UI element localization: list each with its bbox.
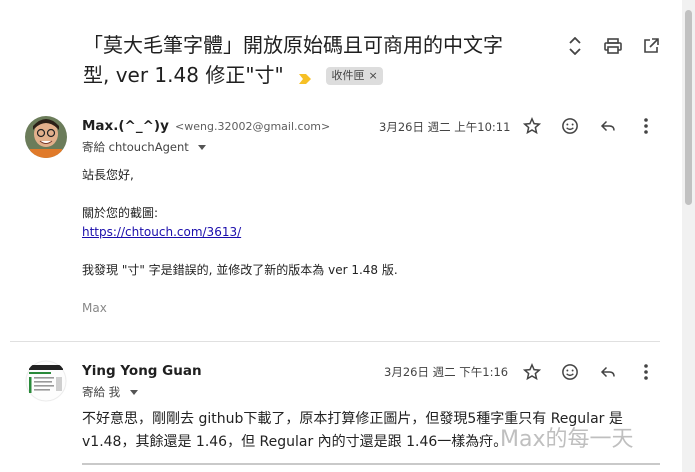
emoji-icon: [561, 117, 579, 135]
emoji-icon: [561, 363, 579, 381]
important-marker-icon[interactable]: [298, 63, 312, 93]
add-reaction-button[interactable]: [560, 362, 580, 382]
recipients-text: 寄給 chtouchAgent: [82, 140, 189, 154]
recipients-line[interactable]: 寄給 chtouchAgent: [82, 139, 207, 155]
unfold-icon: [568, 37, 582, 55]
scrollbar[interactable]: [682, 0, 695, 472]
more-vert-icon: [644, 364, 648, 380]
thread-toolbar: [565, 36, 661, 56]
star-button[interactable]: [522, 116, 542, 136]
reply-button[interactable]: [598, 116, 618, 136]
sender-name[interactable]: Max.(^_^)y: [82, 118, 169, 134]
subject-title: 「莫大毛筆字體」開放原始碼且可商用的中文字 型, ver 1.48 修正"寸" …: [83, 30, 563, 93]
star-button[interactable]: [522, 362, 542, 382]
watermark: Max的每一天: [500, 427, 634, 452]
message-body: 站長您好, 關於您的截圖: https://chtouch.com/3613/ …: [82, 166, 398, 318]
star-icon: [523, 117, 541, 135]
more-vert-icon: [644, 118, 648, 134]
body-line: 我發現 "寸" 字是錯誤的, 並修改了新的版本為 ver 1.48 版.: [82, 263, 398, 277]
chevron-down-icon[interactable]: [129, 384, 138, 398]
label-chip-text: 收件匣: [331, 69, 365, 82]
reply-button[interactable]: [598, 362, 618, 382]
reply-icon: [599, 117, 617, 135]
open-in-new-icon: [643, 38, 659, 54]
sender-line: Ying Yong Guan: [82, 363, 202, 379]
sender-email: <weng.32002@gmail.com>: [175, 120, 331, 133]
signature: Max: [82, 301, 107, 315]
subject-line-1: 「莫大毛筆字體」開放原始碼且可商用的中文字: [83, 33, 503, 57]
body-greeting: 站長您好,: [82, 168, 134, 182]
scrollbar-thumb[interactable]: [685, 10, 692, 205]
recipients-text: 寄給 我: [82, 385, 121, 399]
quoted-text-divider: [82, 463, 660, 465]
recipients-line[interactable]: 寄給 我: [82, 384, 138, 400]
message-time[interactable]: 3月26日 週二 下午1:16: [384, 364, 508, 380]
remove-label-button[interactable]: ×: [368, 69, 377, 82]
sender-line: Max.(^_^)y <weng.32002@gmail.com>: [82, 118, 330, 134]
chevron-down-icon[interactable]: [198, 139, 207, 153]
sender-name[interactable]: Ying Yong Guan: [82, 363, 202, 379]
message-time[interactable]: 3月26日 週二 上午10:11: [379, 119, 510, 135]
body-link[interactable]: https://chtouch.com/3613/: [82, 225, 241, 239]
expand-all-button[interactable]: [565, 36, 585, 56]
label-chip-inbox[interactable]: 收件匣 ×: [326, 67, 383, 85]
avatar[interactable]: [25, 116, 67, 158]
more-options-button[interactable]: [636, 362, 656, 382]
message-actions: [504, 362, 656, 382]
avatar[interactable]: [25, 360, 67, 402]
open-new-window-button[interactable]: [641, 36, 661, 56]
body-line: 關於您的截圖:: [82, 206, 159, 220]
print-all-button[interactable]: [603, 36, 623, 56]
add-reaction-button[interactable]: [560, 116, 580, 136]
reply-icon: [599, 363, 617, 381]
subject-line-2: 型, ver 1.48 修正"寸": [83, 63, 284, 87]
print-icon: [604, 38, 622, 54]
subject-header: 「莫大毛筆字體」開放原始碼且可商用的中文字 型, ver 1.48 修正"寸" …: [83, 30, 563, 93]
more-options-button[interactable]: [636, 116, 656, 136]
message-actions: [504, 116, 656, 136]
message-divider: [10, 341, 660, 342]
star-icon: [523, 363, 541, 381]
